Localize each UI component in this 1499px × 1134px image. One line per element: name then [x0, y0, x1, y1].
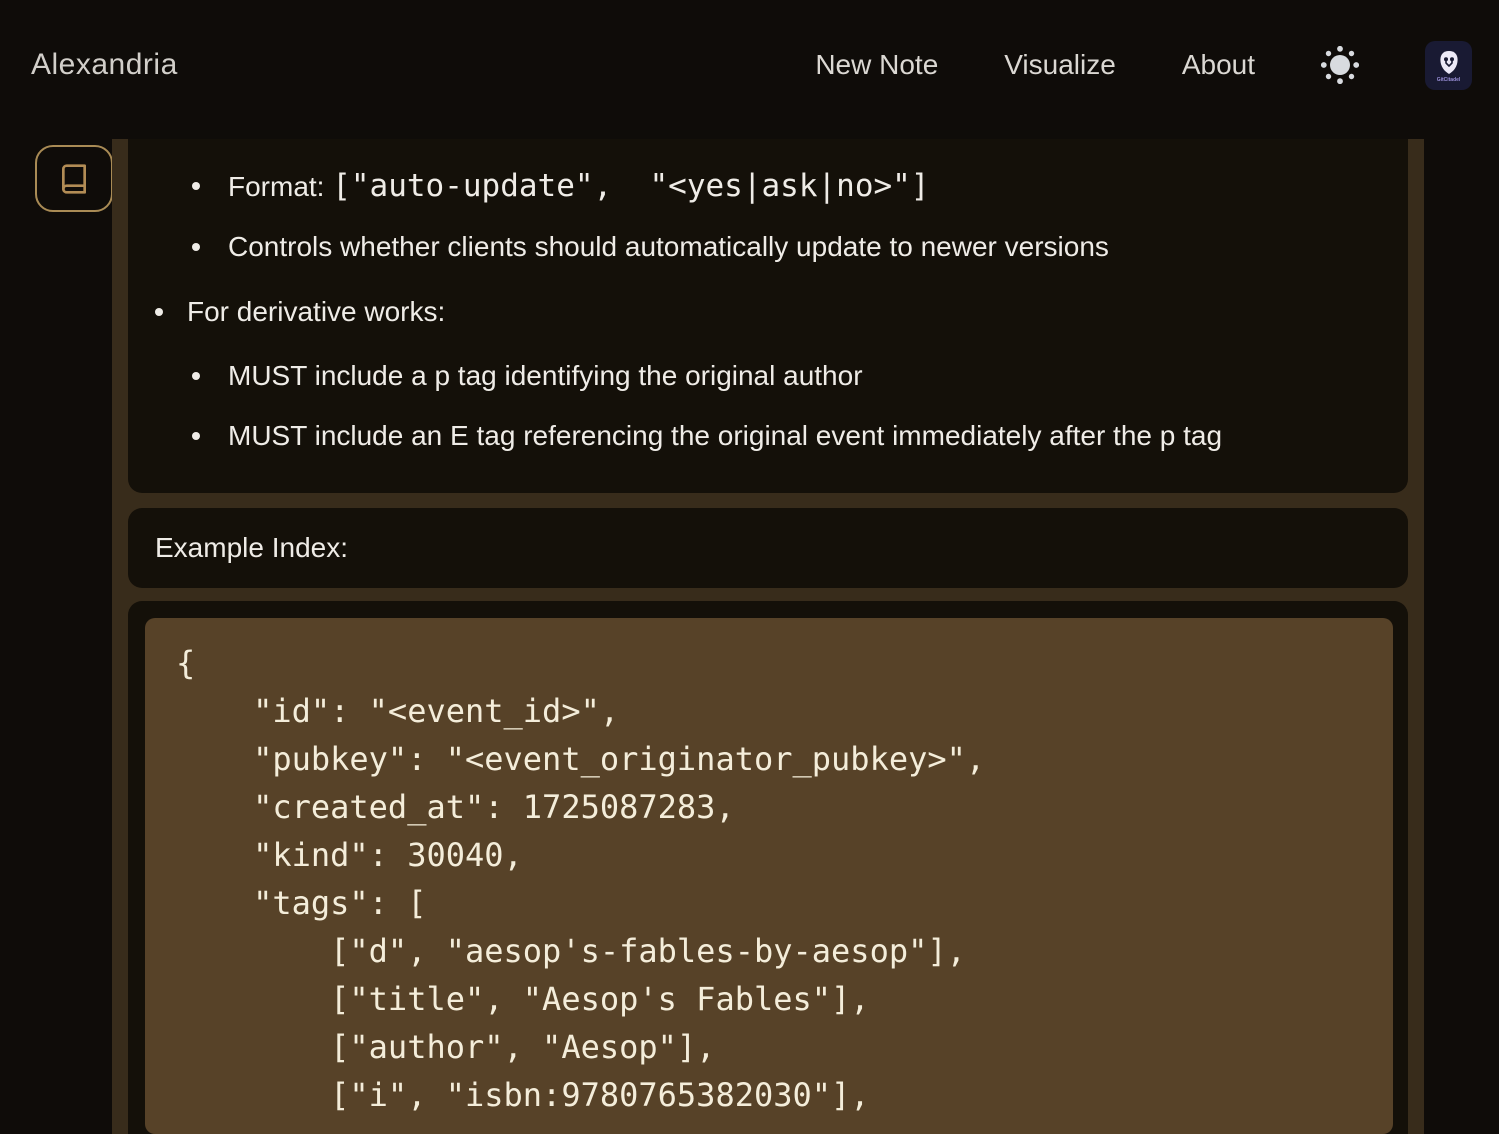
example-heading: Example Index:: [155, 532, 348, 564]
bullet-icon: [192, 432, 200, 440]
bullet-icon: [155, 308, 163, 316]
logo-caption: GitCitadel: [1437, 77, 1461, 83]
nav-new-note[interactable]: New Note: [815, 49, 938, 81]
toc-button[interactable]: [35, 145, 113, 212]
app-title: Alexandria: [31, 48, 178, 82]
list-item: MUST include a p tag identifying the ori…: [155, 359, 1384, 393]
theme-toggle-button[interactable]: [1321, 46, 1359, 84]
document-content: Format: ["auto-update", "<yes|ask|no>"] …: [112, 139, 1424, 1134]
sun-icon: [1321, 46, 1359, 84]
list-item: Controls whether clients should automati…: [155, 230, 1384, 264]
shield-icon: [1437, 50, 1461, 76]
bullet-icon: [192, 372, 200, 380]
list-item-text: For derivative works:: [187, 295, 445, 329]
main-nav: New Note Visualize About: [815, 41, 1472, 90]
list-item: For derivative works:: [155, 295, 1384, 329]
list-item-text: MUST include an E tag referencing the or…: [228, 419, 1222, 453]
book-icon: [58, 163, 90, 195]
gitcitadel-logo[interactable]: GitCitadel: [1425, 41, 1472, 90]
example-code-card: { "id": "<event_id>", "pubkey": "<event_…: [128, 601, 1408, 1134]
list-item-text: Format: ["auto-update", "<yes|ask|no>"]: [228, 169, 929, 204]
spec-list-card: Format: ["auto-update", "<yes|ask|no>"] …: [128, 139, 1408, 493]
json-code-block: { "id": "<event_id>", "pubkey": "<event_…: [145, 618, 1393, 1134]
example-heading-card: Example Index:: [128, 508, 1408, 588]
card-gap: [128, 493, 1408, 508]
list-item-text: Controls whether clients should automati…: [228, 230, 1109, 264]
list-item: MUST include an E tag referencing the or…: [155, 419, 1384, 453]
app-header: Alexandria New Note Visualize About: [0, 0, 1499, 130]
inline-code: ["auto-update", "<yes|ask|no>"]: [332, 168, 929, 204]
nav-about[interactable]: About: [1182, 49, 1255, 81]
nav-visualize[interactable]: Visualize: [1004, 49, 1116, 81]
bullet-icon: [192, 182, 200, 190]
list-item-text: MUST include a p tag identifying the ori…: [228, 359, 863, 393]
list-item: Format: ["auto-update", "<yes|ask|no>"]: [155, 169, 1384, 204]
card-gap: [128, 588, 1408, 601]
bullet-icon: [192, 243, 200, 251]
